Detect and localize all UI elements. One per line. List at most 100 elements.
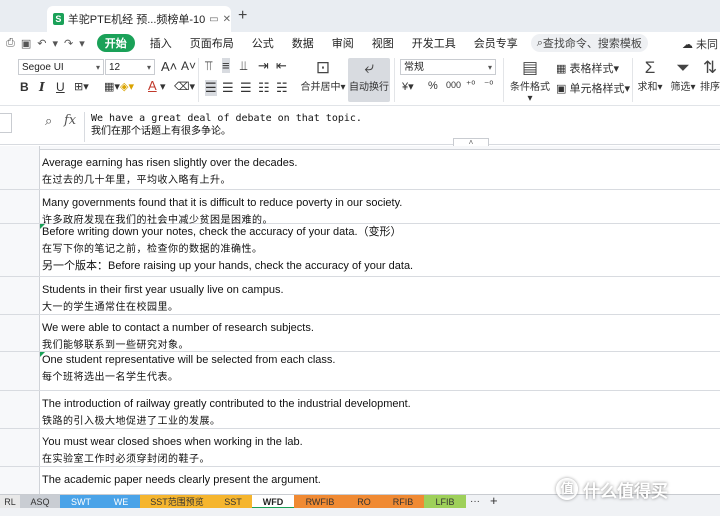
- zoom-icon[interactable]: ⌕: [45, 113, 52, 129]
- formula-input[interactable]: We have a great deal of debate on that t…: [84, 112, 720, 142]
- table-row[interactable]: Students in their first year usually liv…: [0, 277, 720, 315]
- menu-data[interactable]: 数据: [292, 35, 314, 51]
- align-center-icon[interactable]: ☰: [222, 80, 234, 96]
- sheet-tab-rl[interactable]: RL: [0, 495, 20, 509]
- cell[interactable]: Students in their first year usually liv…: [42, 282, 284, 316]
- grid-icon[interactable]: ▦▾: [104, 80, 120, 93]
- sheet-tab-sst-preview[interactable]: SST范围预览: [140, 495, 214, 509]
- add-sheet-button[interactable]: +: [490, 493, 498, 508]
- sort-icon: ⇅: [702, 58, 718, 77]
- distributed-icon[interactable]: ☵: [276, 80, 288, 96]
- table-row[interactable]: You must wear closed shoes when working …: [0, 429, 720, 467]
- print-icon[interactable]: ⎙: [6, 37, 15, 50]
- fill-color-icon[interactable]: ◈▾: [120, 80, 134, 93]
- menu-insert[interactable]: 插入: [150, 35, 172, 51]
- decrease-font-icon[interactable]: A˅: [181, 59, 196, 73]
- cell[interactable]: We were able to contact a number of rese…: [42, 320, 314, 354]
- cell[interactable]: One student representative will be selec…: [42, 352, 335, 386]
- cloud-sync-button[interactable]: ☁ 未同: [682, 36, 718, 52]
- indent-icon[interactable]: ⇥: [258, 58, 269, 74]
- filter-button[interactable]: ⏷ 筛选▾: [668, 58, 698, 93]
- undo-dropdown-icon[interactable]: ▾: [52, 37, 58, 50]
- cell[interactable]: Before writing down your notes, check th…: [42, 224, 413, 275]
- table-row[interactable]: Many governments found that it is diffic…: [0, 190, 720, 226]
- cell-text-en: The introduction of railway greatly cont…: [42, 398, 411, 410]
- sheet-tab-ro[interactable]: RO: [346, 495, 382, 509]
- sheet-tab-asq[interactable]: ASQ: [20, 495, 60, 509]
- italic-button[interactable]: I: [39, 80, 45, 94]
- more-sheets-button[interactable]: ···: [470, 495, 480, 509]
- conditional-format-button[interactable]: ▤ 条件格式▾: [508, 58, 552, 104]
- menu-developer[interactable]: 开发工具: [412, 35, 456, 51]
- spreadsheet-grid[interactable]: Average earning has risen slightly over …: [0, 146, 720, 494]
- border-icon[interactable]: ⊞▾: [74, 80, 89, 93]
- menu-formula[interactable]: 公式: [252, 35, 274, 51]
- conditional-format-label: 条件格式: [510, 82, 550, 93]
- bold-button[interactable]: B: [20, 80, 29, 94]
- justify-icon[interactable]: ☷: [258, 80, 270, 96]
- table-row[interactable]: Average earning has risen slightly over …: [0, 150, 720, 190]
- table-row[interactable]: We were able to contact a number of rese…: [0, 315, 720, 352]
- font-color-dropdown-icon[interactable]: ▾: [160, 80, 166, 93]
- fx-icon[interactable]: fx: [64, 113, 76, 128]
- redo-icon[interactable]: ↷: [64, 37, 73, 50]
- table-style-button[interactable]: ▦ 表格样式▾: [556, 60, 619, 76]
- decrease-decimal-icon[interactable]: ⁻⁰: [484, 80, 493, 91]
- sum-button[interactable]: Σ 求和▾: [636, 58, 664, 93]
- auto-wrap-button[interactable]: ⤶ 自动换行: [348, 58, 390, 102]
- menu-review[interactable]: 审阅: [332, 35, 354, 51]
- cell-text-en: One student representative will be selec…: [42, 354, 336, 366]
- undo-icon[interactable]: ↶: [37, 37, 46, 50]
- align-top-icon[interactable]: ⫪: [205, 58, 212, 74]
- sheet-tab-swt[interactable]: SWT: [60, 495, 102, 509]
- currency-label: ¥: [402, 81, 409, 93]
- menu-start[interactable]: 开始: [96, 34, 135, 52]
- cell[interactable]: The introduction of railway greatly cont…: [42, 396, 411, 430]
- thousands-button[interactable]: 000: [446, 80, 461, 90]
- align-left-icon[interactable]: ☰: [205, 80, 217, 96]
- align-bottom-icon[interactable]: ⫫: [240, 58, 247, 74]
- number-format-select[interactable]: 常规 ▾: [400, 59, 496, 75]
- align-right-icon[interactable]: ☰: [240, 80, 252, 96]
- sheet-tab-wfd[interactable]: WFD: [252, 495, 294, 509]
- name-box[interactable]: [0, 113, 12, 133]
- tab-close-icon[interactable]: ✕: [223, 14, 231, 25]
- table-row[interactable]: One student representative will be selec…: [0, 352, 720, 391]
- sheet-tab-rwfib[interactable]: RWFIB: [294, 495, 346, 509]
- tab-monitor-icon[interactable]: ▭: [209, 14, 218, 25]
- font-color-icon[interactable]: A: [148, 78, 157, 93]
- menu-member[interactable]: 会员专享: [474, 35, 518, 51]
- formula-collapse-handle[interactable]: ˄: [453, 138, 489, 147]
- underline-button[interactable]: U: [56, 80, 65, 94]
- new-tab-button[interactable]: +: [238, 7, 247, 25]
- menu-view[interactable]: 视图: [372, 35, 394, 51]
- align-middle-icon[interactable]: ≡: [222, 58, 230, 73]
- menu-page-layout[interactable]: 页面布局: [190, 35, 234, 51]
- cell-text-zh: 每个班将选出一名学生代表。: [42, 372, 179, 383]
- table-style-icon: ▦: [556, 63, 567, 75]
- table-row[interactable]: The introduction of railway greatly cont…: [0, 391, 720, 429]
- currency-button[interactable]: ¥▾: [402, 80, 414, 93]
- table-row[interactable]: Before writing down your notes, check th…: [0, 224, 720, 277]
- sheet-tab-we[interactable]: WE: [102, 495, 140, 509]
- redo-dropdown-icon[interactable]: ▾: [79, 37, 85, 50]
- file-icon[interactable]: ▣: [21, 37, 31, 50]
- cell[interactable]: Average earning has risen slightly over …: [42, 155, 297, 189]
- sheet-tab-sst[interactable]: SST: [214, 495, 252, 509]
- command-search[interactable]: ⌕ 查找命令、搜索模板: [530, 34, 648, 52]
- cell[interactable]: The academic paper needs clearly present…: [42, 472, 321, 489]
- percent-button[interactable]: %: [428, 80, 438, 92]
- increase-font-icon[interactable]: A˄: [161, 59, 177, 74]
- sheet-tab-rfib[interactable]: RFIB: [382, 495, 424, 509]
- increase-decimal-icon[interactable]: ⁺⁰: [466, 80, 475, 91]
- merge-center-button[interactable]: ⊡ 合并居中▾: [300, 58, 346, 93]
- font-name-select[interactable]: Segoe UI ▾: [18, 59, 104, 75]
- font-size-select[interactable]: 12 ▾: [105, 59, 155, 75]
- document-tab[interactable]: S 羊驼PTE机经 预...频榜单-10.24 ▭ ✕: [47, 6, 231, 32]
- sort-button[interactable]: ⇅ 排序: [700, 58, 720, 93]
- outdent-icon[interactable]: ⇤: [276, 58, 287, 74]
- cell-style-button[interactable]: ▣ 单元格样式▾: [556, 80, 630, 96]
- cell[interactable]: You must wear closed shoes when working …: [42, 434, 303, 468]
- sheet-tab-lfib[interactable]: LFIB: [424, 495, 466, 509]
- eraser-icon[interactable]: ⌫▾: [174, 80, 195, 93]
